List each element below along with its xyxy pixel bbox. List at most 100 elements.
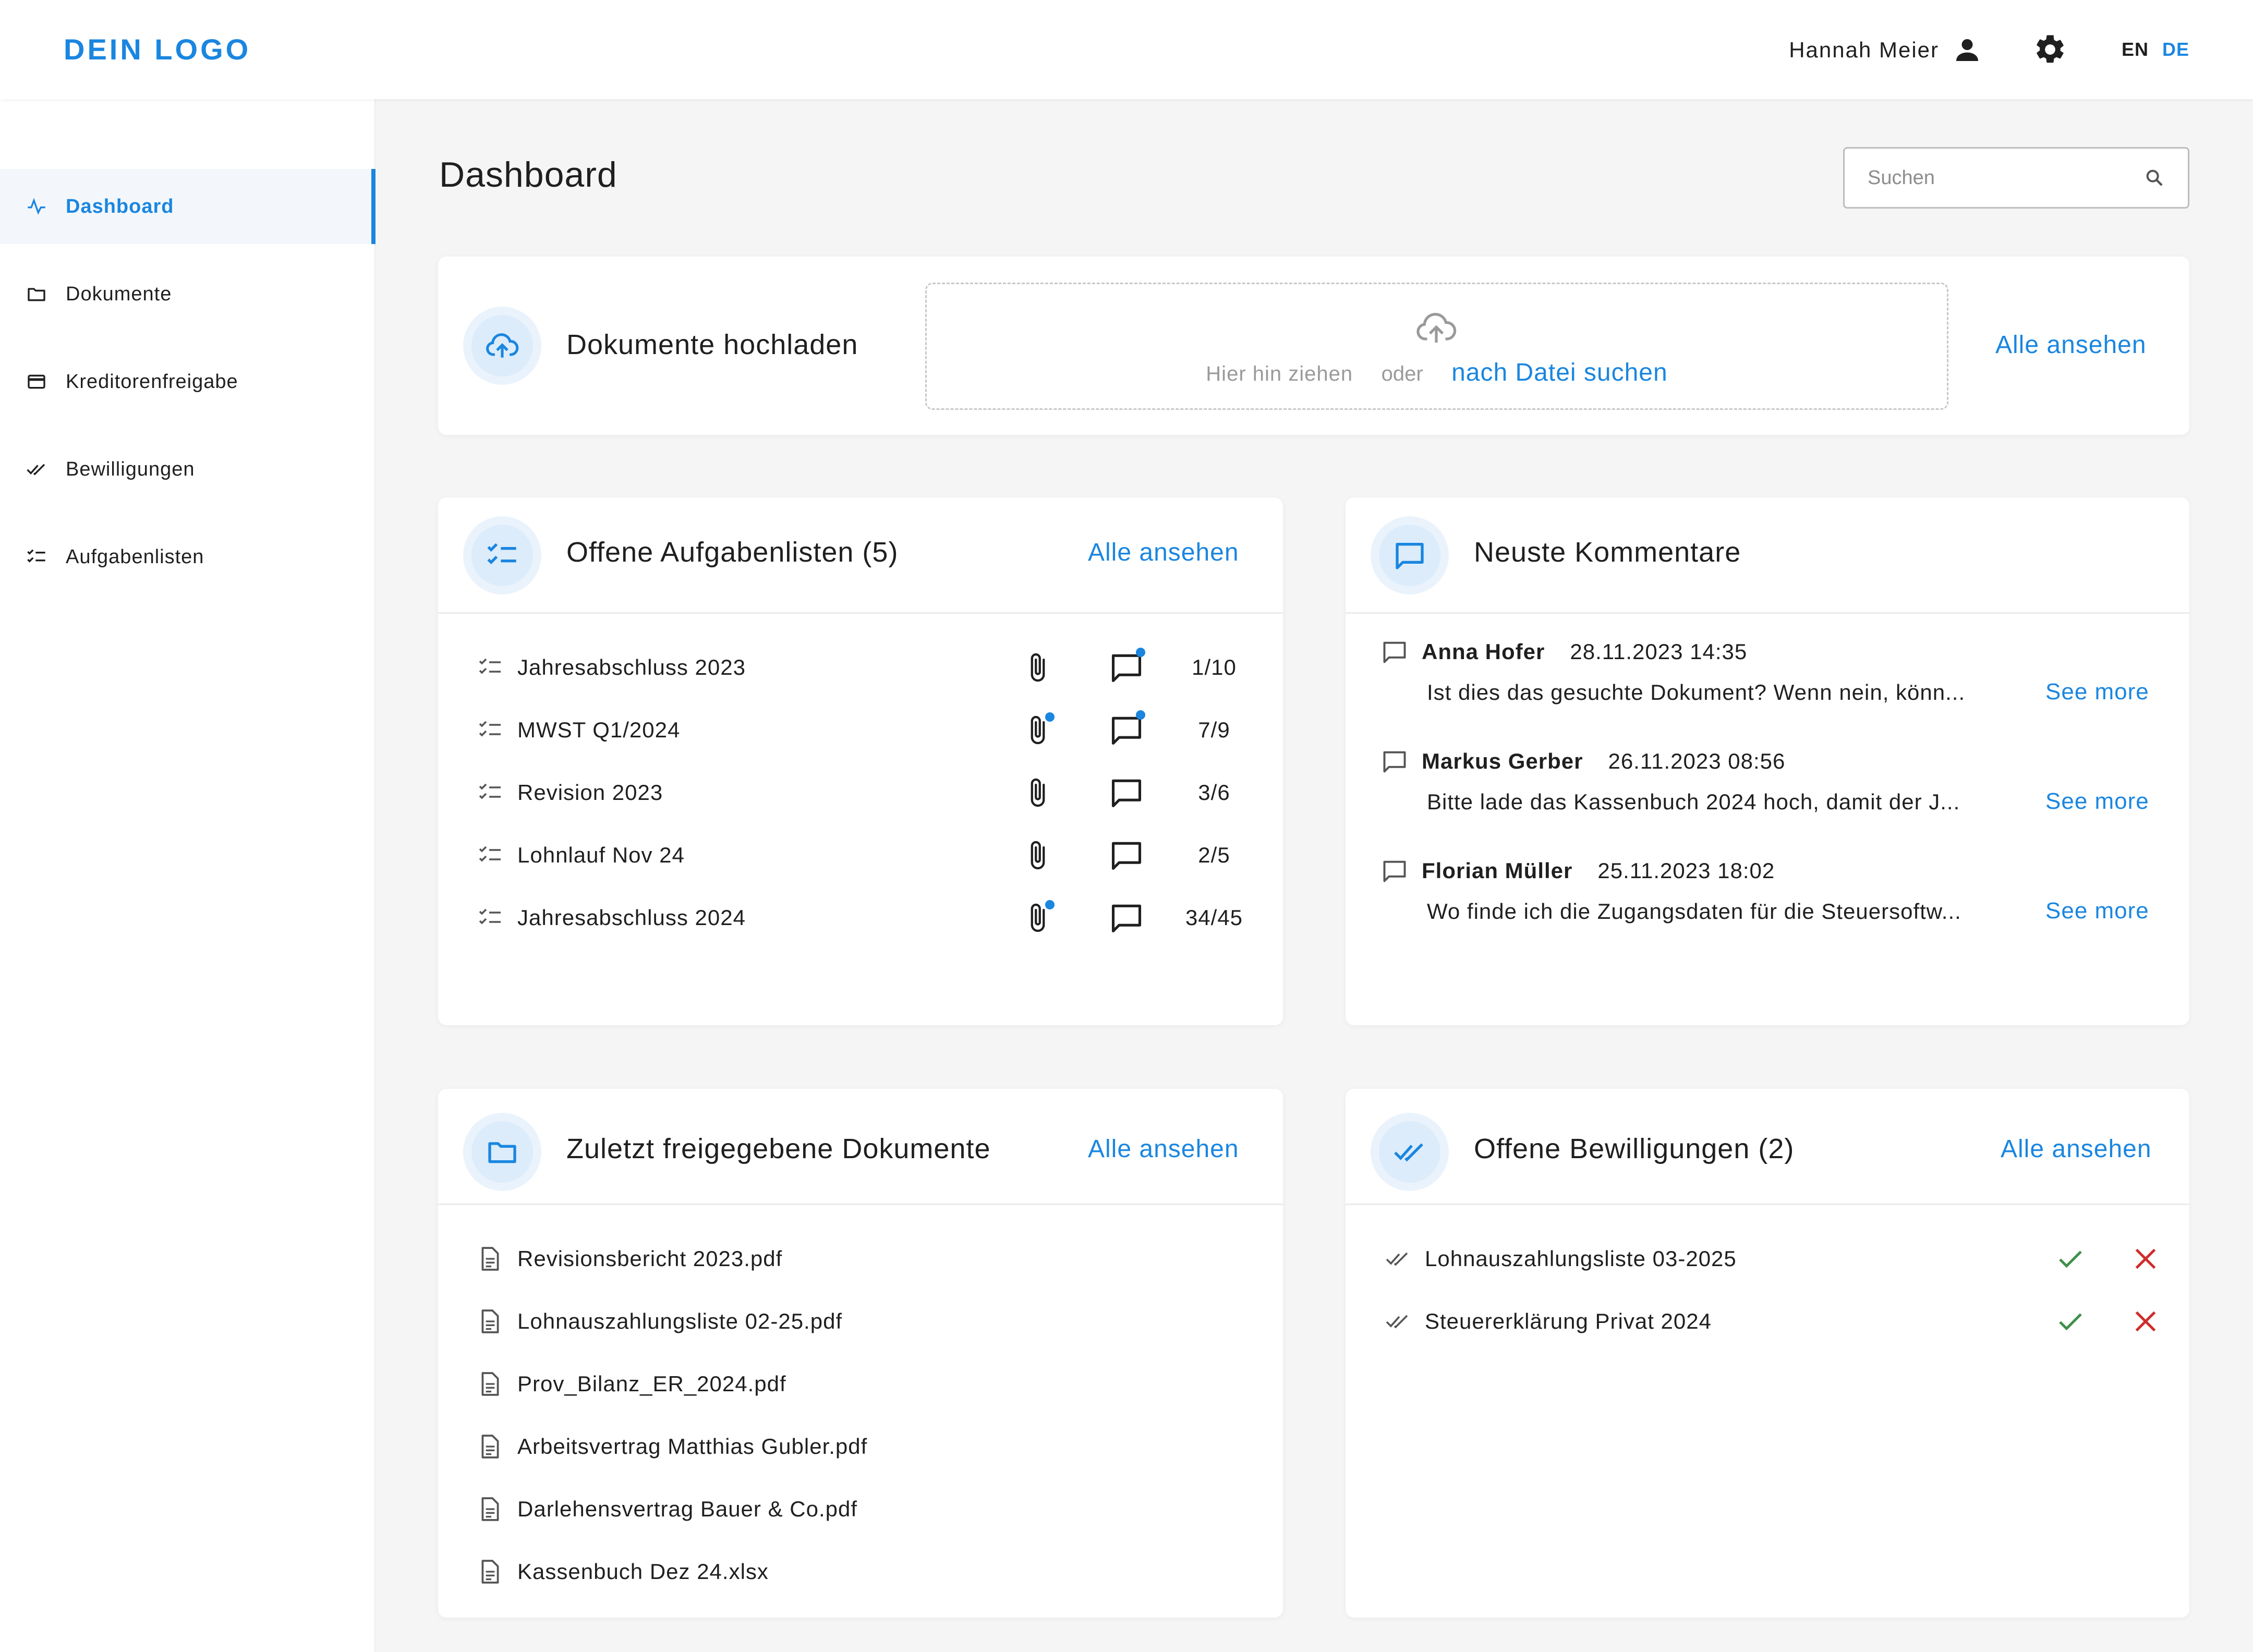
or-text: oder bbox=[1381, 362, 1423, 385]
document-icon bbox=[476, 1244, 505, 1273]
task-list-item[interactable]: Jahresabschluss 2023 bbox=[476, 647, 746, 688]
comment-item: Markus Gerber 26.11.2023 08:56 bbox=[1380, 740, 1785, 782]
attachment-icon[interactable] bbox=[1022, 652, 1053, 683]
gear-icon[interactable] bbox=[2033, 32, 2067, 67]
approvals-title: Offene Bewilligungen (2) bbox=[1474, 1133, 1795, 1164]
document-name: Lohnauszahlungsliste 02-25.pdf bbox=[517, 1309, 843, 1333]
sidebar: Dashboard Dokumente Kreditorenfreigabe B… bbox=[0, 99, 376, 1652]
sidebar-item-label: Bewilligungen bbox=[66, 458, 195, 480]
checklist-icon bbox=[476, 778, 505, 807]
top-header: DEIN LOGO Hannah Meier EN DE bbox=[0, 0, 2253, 99]
comment-item: Florian Müller 25.11.2023 18:02 bbox=[1380, 850, 1775, 892]
upload-dropzone[interactable]: Hier hin ziehen oder nach Datei suchen bbox=[925, 283, 1948, 410]
task-list-item[interactable]: MWST Q1/2024 bbox=[476, 709, 680, 751]
see-more-link[interactable]: See more bbox=[2045, 679, 2149, 705]
task-progress: 3/6 bbox=[1198, 780, 1230, 805]
approval-item: Steuererklärung Privat 2024 bbox=[1383, 1301, 1712, 1342]
document-icon bbox=[476, 1307, 505, 1336]
tasks-title: Offene Aufgabenlisten (5) bbox=[566, 537, 899, 568]
task-list-item[interactable]: Jahresabschluss 2024 bbox=[476, 897, 746, 939]
documents-icon-circle bbox=[463, 1113, 541, 1191]
lang-de[interactable]: DE bbox=[2162, 39, 2189, 60]
approve-check-icon[interactable] bbox=[2055, 1243, 2086, 1274]
document-name: Arbeitsvertrag Matthias Gubler.pdf bbox=[517, 1434, 868, 1459]
document-item[interactable]: Prov_Bilanz_ER_2024.pdf bbox=[476, 1363, 786, 1405]
attachment-icon[interactable] bbox=[1022, 900, 1055, 933]
task-list-item[interactable]: Revision 2023 bbox=[476, 772, 663, 813]
credit-card-icon bbox=[26, 371, 47, 392]
sidebar-item-label: Dashboard bbox=[66, 195, 174, 217]
document-name: Kassenbuch Dez 24.xlsx bbox=[517, 1559, 769, 1584]
page-title: Dashboard bbox=[439, 155, 617, 195]
checklist-icon bbox=[476, 653, 505, 682]
comment-item: Anna Hofer 28.11.2023 14:35 bbox=[1380, 631, 1747, 673]
reject-x-icon[interactable] bbox=[2130, 1243, 2161, 1274]
comments-title: Neuste Kommentare bbox=[1474, 537, 1741, 568]
browse-file-link[interactable]: nach Datei suchen bbox=[1451, 359, 1668, 386]
comment-author: Markus Gerber bbox=[1422, 749, 1583, 773]
approve-check-icon[interactable] bbox=[2055, 1306, 2086, 1337]
tasks-card: Offene Aufgabenlisten (5) Alle ansehen J… bbox=[438, 497, 1283, 1025]
logo[interactable]: DEIN LOGO bbox=[64, 32, 251, 66]
reject-x-icon[interactable] bbox=[2130, 1306, 2161, 1337]
sidebar-item-bewilligungen[interactable]: Bewilligungen bbox=[0, 432, 376, 507]
sidebar-item-kreditorenfreigabe[interactable]: Kreditorenfreigabe bbox=[0, 344, 376, 419]
sidebar-item-aufgabenlisten[interactable]: Aufgabenlisten bbox=[0, 519, 376, 594]
upload-icon-circle bbox=[463, 307, 541, 385]
comment-icon bbox=[1380, 747, 1409, 776]
documents-view-all-link[interactable]: Alle ansehen bbox=[1088, 1135, 1239, 1163]
task-name: Revision 2023 bbox=[517, 780, 663, 805]
checklist-icon bbox=[486, 539, 519, 572]
document-item[interactable]: Darlehensvertrag Bauer & Co.pdf bbox=[476, 1488, 857, 1530]
document-name: Revisionsbericht 2023.pdf bbox=[517, 1246, 783, 1271]
task-name: Jahresabschluss 2023 bbox=[517, 655, 746, 679]
task-list-item[interactable]: Lohnlauf Nov 24 bbox=[476, 834, 685, 876]
comment-icon[interactable] bbox=[1109, 648, 1145, 685]
drag-hint: Hier hin ziehen bbox=[1206, 362, 1353, 385]
sidebar-item-label: Dokumente bbox=[66, 283, 172, 305]
checklist-icon bbox=[476, 841, 505, 870]
cloud-upload-icon bbox=[1414, 306, 1458, 350]
task-name: Lohnlauf Nov 24 bbox=[517, 843, 685, 867]
divider bbox=[1346, 1204, 2189, 1205]
comment-text: Ist dies das gesuchte Dokument? Wenn nei… bbox=[1427, 680, 1966, 704]
attachment-icon[interactable] bbox=[1022, 712, 1055, 746]
document-item[interactable]: Lohnauszahlungsliste 02-25.pdf bbox=[476, 1301, 842, 1342]
lang-en[interactable]: EN bbox=[2122, 39, 2149, 60]
document-item[interactable]: Revisionsbericht 2023.pdf bbox=[476, 1238, 782, 1280]
document-item[interactable]: Kassenbuch Dez 24.xlsx bbox=[476, 1551, 769, 1593]
approvals-view-all-link[interactable]: Alle ansehen bbox=[2001, 1135, 2152, 1163]
task-name: MWST Q1/2024 bbox=[517, 718, 681, 742]
user-menu[interactable]: Hannah Meier bbox=[1789, 30, 1982, 70]
document-icon bbox=[476, 1432, 505, 1461]
search-icon[interactable] bbox=[2144, 167, 2165, 188]
comment-icon[interactable] bbox=[1109, 900, 1144, 936]
sidebar-item-label: Aufgabenlisten bbox=[66, 545, 204, 568]
upload-view-all-link[interactable]: Alle ansehen bbox=[1995, 331, 2147, 359]
documents-title: Zuletzt freigegebene Dokumente bbox=[566, 1133, 991, 1164]
see-more-link[interactable]: See more bbox=[2045, 898, 2149, 924]
search-input[interactable] bbox=[1868, 166, 2144, 189]
comment-text: Bitte lade das Kassenbuch 2024 hoch, dam… bbox=[1427, 789, 1960, 814]
comment-author: Florian Müller bbox=[1422, 858, 1573, 883]
comments-icon-circle bbox=[1371, 516, 1449, 594]
divider bbox=[1346, 612, 2189, 614]
attachment-icon[interactable] bbox=[1022, 777, 1053, 808]
comment-icon bbox=[1393, 539, 1426, 572]
tasks-view-all-link[interactable]: Alle ansehen bbox=[1088, 538, 1239, 567]
comment-date: 26.11.2023 08:56 bbox=[1608, 749, 1786, 773]
comment-icon[interactable] bbox=[1109, 710, 1145, 748]
sidebar-item-dokumente[interactable]: Dokumente bbox=[0, 257, 376, 332]
attachment-icon[interactable] bbox=[1022, 840, 1053, 871]
approvals-card: Offene Bewilligungen (2) Alle ansehen Lo… bbox=[1346, 1089, 2189, 1618]
sidebar-item-dashboard[interactable]: Dashboard bbox=[0, 169, 376, 244]
see-more-link[interactable]: See more bbox=[2045, 788, 2149, 815]
folder-icon bbox=[486, 1135, 519, 1169]
task-name: Jahresabschluss 2024 bbox=[517, 905, 746, 930]
double-check-icon bbox=[1383, 1244, 1412, 1273]
folder-icon bbox=[26, 284, 47, 305]
document-item[interactable]: Arbeitsvertrag Matthias Gubler.pdf bbox=[476, 1426, 867, 1467]
comment-icon[interactable] bbox=[1109, 837, 1144, 873]
comment-icon[interactable] bbox=[1109, 775, 1144, 810]
document-name: Darlehensvertrag Bauer & Co.pdf bbox=[517, 1497, 857, 1521]
